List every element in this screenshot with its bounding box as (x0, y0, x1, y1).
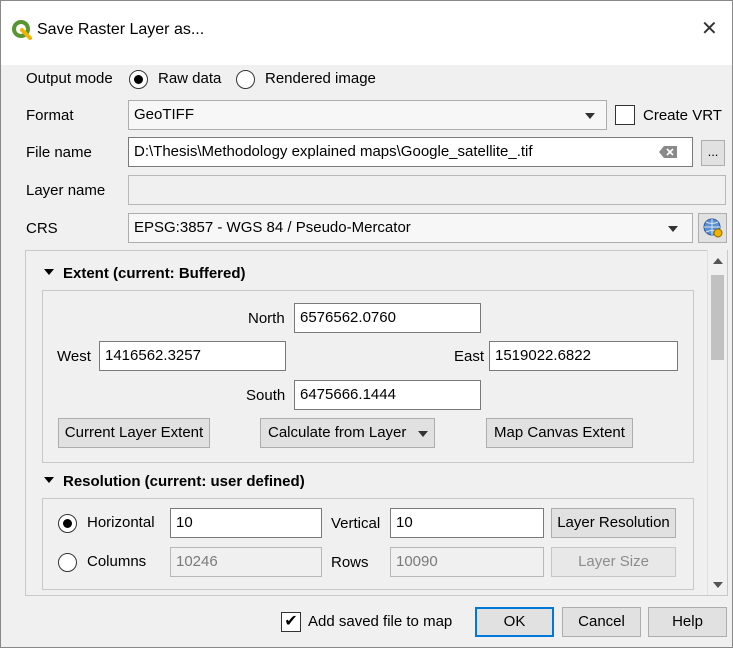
horizontal-label: Horizontal (87, 514, 155, 531)
raw-data-label: Raw data (158, 70, 222, 87)
rendered-image-radio[interactable] (236, 70, 255, 89)
layer-name-input[interactable] (128, 175, 726, 205)
west-label: West (57, 348, 91, 365)
rows-input[interactable]: 10090 (390, 547, 544, 577)
east-value: 1519022.6822 (495, 347, 591, 364)
collapse-triangle-icon (44, 269, 54, 276)
columns-label: Columns (87, 553, 147, 570)
close-icon[interactable]: ✕ (701, 17, 718, 41)
browse-button[interactable]: ... (701, 140, 725, 166)
title-bar: Save Raster Layer as... ✕ (1, 1, 732, 65)
horizontal-radio[interactable] (58, 514, 77, 533)
resolution-section-header[interactable]: Resolution (current: user defined) (44, 473, 305, 490)
current-layer-extent-button[interactable]: Current Layer Extent (58, 418, 210, 448)
file-name-value: D:\Thesis\Methodology explained maps\Goo… (134, 143, 533, 160)
save-raster-dialog: Save Raster Layer as... ✕ Output mode Ra… (0, 0, 733, 648)
calculate-from-layer-button[interactable]: Calculate from Layer (260, 418, 435, 448)
columns-input[interactable]: 10246 (170, 547, 322, 577)
west-input[interactable]: 1416562.3257 (99, 341, 286, 371)
collapse-triangle-icon (44, 477, 54, 484)
scroll-down-icon[interactable] (713, 582, 723, 588)
resolution-header-text: Resolution (current: user defined) (63, 473, 305, 490)
add-to-map-label: Add saved file to map (308, 613, 453, 630)
extent-section-header[interactable]: Extent (current: Buffered) (44, 265, 246, 282)
south-value: 6475666.1444 (300, 386, 396, 403)
east-input[interactable]: 1519022.6822 (489, 341, 678, 371)
horizontal-value: 10 (176, 514, 193, 531)
create-vrt-checkbox[interactable] (615, 105, 635, 125)
cancel-button[interactable]: Cancel (562, 607, 641, 637)
crs-selector-button[interactable] (698, 213, 727, 243)
help-button[interactable]: Help (648, 607, 727, 637)
crs-label: CRS (26, 220, 58, 237)
qgis-logo-icon (12, 20, 32, 40)
file-name-label: File name (26, 144, 92, 161)
globe-icon (703, 218, 723, 238)
north-value: 6576562.0760 (300, 309, 396, 326)
chevron-down-icon (668, 226, 678, 232)
vertical-scrollbar[interactable] (707, 250, 727, 595)
add-to-map-checkbox[interactable]: ✔ (281, 612, 301, 632)
clear-icon[interactable] (659, 146, 677, 158)
rendered-image-label: Rendered image (265, 70, 376, 87)
vertical-label: Vertical (331, 515, 381, 532)
map-canvas-extent-button[interactable]: Map Canvas Extent (486, 418, 633, 448)
crs-select[interactable]: EPSG:3857 - WGS 84 / Pseudo-Mercator (128, 213, 693, 243)
window-title: Save Raster Layer as... (37, 21, 205, 38)
vertical-input[interactable]: 10 (390, 508, 544, 538)
layer-resolution-button[interactable]: Layer Resolution (551, 508, 676, 538)
extent-header-text: Extent (current: Buffered) (63, 265, 246, 282)
chevron-down-icon (418, 431, 428, 437)
vertical-value: 10 (396, 514, 413, 531)
columns-radio[interactable] (58, 553, 77, 572)
calculate-from-layer-label: Calculate from Layer (268, 424, 407, 441)
format-value: GeoTIFF (134, 106, 195, 123)
chevron-down-icon (585, 113, 595, 119)
raw-data-radio[interactable] (129, 70, 148, 89)
ok-button[interactable]: OK (475, 607, 554, 637)
columns-value: 10246 (176, 553, 218, 570)
file-name-input[interactable]: D:\Thesis\Methodology explained maps\Goo… (128, 137, 693, 167)
west-value: 1416562.3257 (105, 347, 201, 364)
scrollbar-thumb[interactable] (711, 275, 724, 360)
format-select[interactable]: GeoTIFF (128, 100, 607, 130)
horizontal-input[interactable]: 10 (170, 508, 322, 538)
rows-value: 10090 (396, 553, 438, 570)
east-label: East (454, 348, 485, 365)
scroll-up-icon[interactable] (713, 258, 723, 264)
north-label: North (248, 310, 285, 327)
north-input[interactable]: 6576562.0760 (294, 303, 481, 333)
create-vrt-label: Create VRT (643, 107, 722, 124)
crs-value: EPSG:3857 - WGS 84 / Pseudo-Mercator (134, 219, 411, 236)
format-label: Format (26, 107, 74, 124)
layer-size-button[interactable]: Layer Size (551, 547, 676, 577)
south-label: South (246, 387, 286, 404)
layer-name-label: Layer name (26, 182, 106, 199)
output-mode-label: Output mode (26, 70, 113, 87)
rows-label: Rows (331, 554, 369, 571)
south-input[interactable]: 6475666.1444 (294, 380, 481, 410)
